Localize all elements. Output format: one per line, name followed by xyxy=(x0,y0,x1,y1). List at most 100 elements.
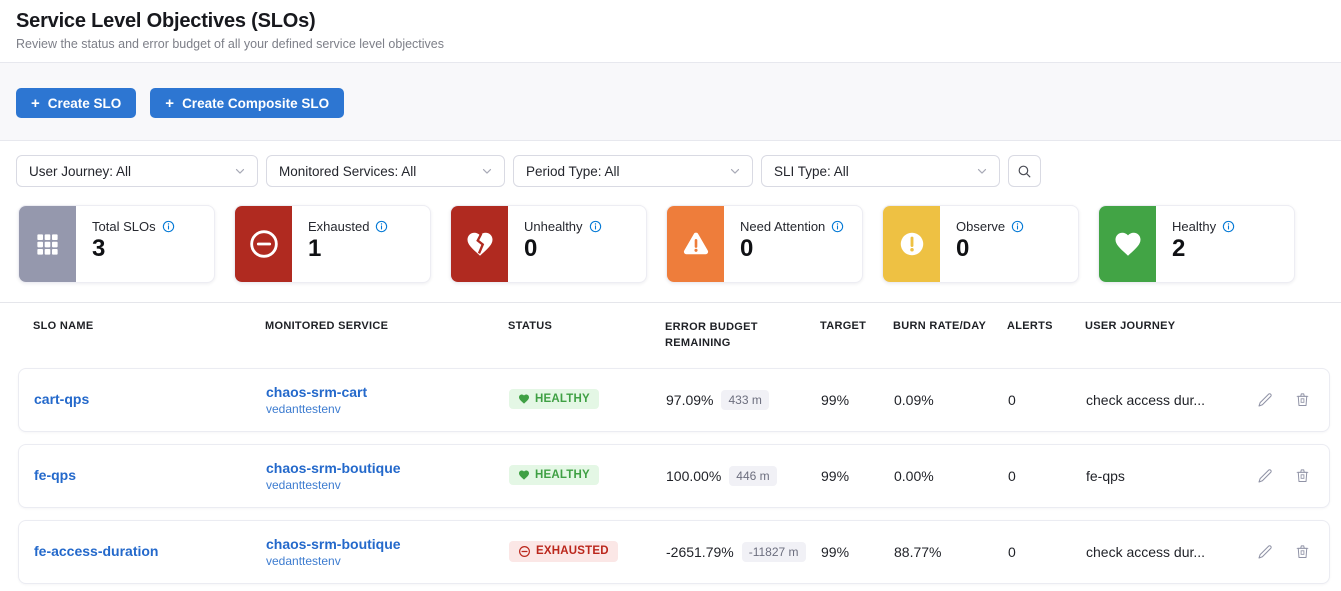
alerts-count: 0 xyxy=(1008,468,1086,484)
stat-card-healthy[interactable]: Healthy 2 xyxy=(1098,205,1295,283)
pencil-icon xyxy=(1256,549,1274,564)
table-row: fe-access-duration chaos-srm-boutique ve… xyxy=(18,520,1330,584)
delete-button[interactable] xyxy=(1294,391,1311,408)
column-header-monitored-service: MONITORED SERVICE xyxy=(265,320,508,352)
stat-value: 3 xyxy=(92,235,175,263)
environment-link[interactable]: vedanttestenv xyxy=(266,554,509,568)
stat-card-total-slos[interactable]: Total SLOs 3 xyxy=(18,205,215,283)
create-slo-button[interactable]: + Create SLO xyxy=(16,88,136,118)
error-budget-minutes-badge: 433 m xyxy=(721,390,768,410)
burn-rate-value: 88.77% xyxy=(894,544,1008,560)
info-icon[interactable] xyxy=(1222,220,1235,233)
stat-label: Exhausted xyxy=(308,219,369,234)
info-icon[interactable] xyxy=(589,220,602,233)
target-value: 99% xyxy=(821,468,894,484)
user-journey-value: check access dur... xyxy=(1086,392,1256,408)
stat-card-observe[interactable]: Observe 0 xyxy=(882,205,1079,283)
stat-card-need-attention[interactable]: Need Attention 0 xyxy=(666,205,863,283)
info-icon[interactable] xyxy=(1011,220,1024,233)
page-title: Service Level Objectives (SLOs) xyxy=(16,10,1325,33)
create-composite-slo-label: Create Composite SLO xyxy=(182,96,329,111)
table-header: SLO NAME MONITORED SERVICE STATUS ERROR … xyxy=(0,303,1341,368)
chevron-down-icon xyxy=(728,164,742,178)
column-header-status: STATUS xyxy=(508,320,665,352)
broken-heart-icon xyxy=(451,206,508,282)
user-journey-filter[interactable]: User Journey: All xyxy=(16,155,258,187)
sli-type-filter-value: SLI Type: All xyxy=(774,164,849,179)
delete-button[interactable] xyxy=(1294,467,1311,484)
slo-name-link[interactable]: fe-qps xyxy=(34,467,76,483)
slo-name-link[interactable]: fe-access-duration xyxy=(34,543,158,559)
column-header-burn-rate: BURN RATE/DAY xyxy=(893,320,1007,352)
user-journey-value: check access dur... xyxy=(1086,544,1256,560)
column-header-slo-name: SLO NAME xyxy=(33,320,265,352)
trash-icon xyxy=(1294,472,1311,487)
delete-button[interactable] xyxy=(1294,543,1311,560)
create-composite-slo-button[interactable]: + Create Composite SLO xyxy=(150,88,344,118)
target-value: 99% xyxy=(821,392,894,408)
status-badge: HEALTHY xyxy=(509,389,599,409)
search-button[interactable] xyxy=(1008,155,1041,187)
monitored-services-filter[interactable]: Monitored Services: All xyxy=(266,155,505,187)
stat-card-unhealthy[interactable]: Unhealthy 0 xyxy=(450,205,647,283)
stat-value: 0 xyxy=(524,235,602,263)
stat-label: Unhealthy xyxy=(524,219,583,234)
burn-rate-value: 0.09% xyxy=(894,392,1008,408)
grid-icon xyxy=(19,206,76,282)
toolbar: + Create SLO + Create Composite SLO xyxy=(0,63,1341,141)
environment-link[interactable]: vedanttestenv xyxy=(266,478,509,492)
minus-circle-icon xyxy=(518,545,531,558)
plus-icon: + xyxy=(165,96,174,111)
page-subtitle: Review the status and error budget of al… xyxy=(16,37,1325,51)
trash-icon xyxy=(1294,548,1311,563)
user-journey-filter-value: User Journey: All xyxy=(29,164,131,179)
filter-row: User Journey: All Monitored Services: Al… xyxy=(0,141,1341,187)
user-journey-value: fe-qps xyxy=(1086,468,1256,484)
error-budget-percent: 97.09% xyxy=(666,392,713,408)
trash-icon xyxy=(1294,396,1311,411)
status-label: EXHAUSTED xyxy=(536,545,609,557)
stat-card-exhausted[interactable]: Exhausted 1 xyxy=(234,205,431,283)
period-type-filter[interactable]: Period Type: All xyxy=(513,155,753,187)
page-header: Service Level Objectives (SLOs) Review t… xyxy=(0,0,1341,63)
edit-button[interactable] xyxy=(1256,391,1274,409)
monitored-services-filter-value: Monitored Services: All xyxy=(279,164,416,179)
slo-name-link[interactable]: cart-qps xyxy=(34,391,89,407)
edit-button[interactable] xyxy=(1256,543,1274,561)
monitored-service-link[interactable]: chaos-srm-boutique xyxy=(266,460,509,476)
plus-icon: + xyxy=(31,96,40,111)
alerts-count: 0 xyxy=(1008,392,1086,408)
exclamation-circle-icon xyxy=(883,206,940,282)
monitored-service-link[interactable]: chaos-srm-boutique xyxy=(266,536,509,552)
monitored-service-link[interactable]: chaos-srm-cart xyxy=(266,384,509,400)
target-value: 99% xyxy=(821,544,894,560)
stat-label: Observe xyxy=(956,219,1005,234)
pencil-icon xyxy=(1256,473,1274,488)
column-header-alerts: ALERTS xyxy=(1007,320,1085,352)
pencil-icon xyxy=(1256,397,1274,412)
minus-circle-icon xyxy=(235,206,292,282)
stat-label: Total SLOs xyxy=(92,219,156,234)
stat-label: Healthy xyxy=(1172,219,1216,234)
info-icon[interactable] xyxy=(162,220,175,233)
status-badge: HEALTHY xyxy=(509,465,599,485)
error-budget-minutes-badge: -11827 m xyxy=(742,542,806,562)
period-type-filter-value: Period Type: All xyxy=(526,164,620,179)
table-row: fe-qps chaos-srm-boutique vedanttestenv … xyxy=(18,444,1330,508)
info-icon[interactable] xyxy=(831,220,844,233)
burn-rate-value: 0.00% xyxy=(894,468,1008,484)
sli-type-filter[interactable]: SLI Type: All xyxy=(761,155,1000,187)
create-slo-label: Create SLO xyxy=(48,96,122,111)
heart-icon xyxy=(518,469,530,481)
stat-value: 1 xyxy=(308,235,388,263)
stat-label: Need Attention xyxy=(740,219,825,234)
heart-icon xyxy=(1099,206,1156,282)
column-header-user-journey: USER JOURNEY xyxy=(1085,320,1255,352)
search-icon xyxy=(1016,163,1033,180)
info-icon[interactable] xyxy=(375,220,388,233)
environment-link[interactable]: vedanttestenv xyxy=(266,402,509,416)
edit-button[interactable] xyxy=(1256,467,1274,485)
status-badge: EXHAUSTED xyxy=(509,541,618,562)
status-label: HEALTHY xyxy=(535,393,590,405)
error-budget-percent: 100.00% xyxy=(666,468,721,484)
